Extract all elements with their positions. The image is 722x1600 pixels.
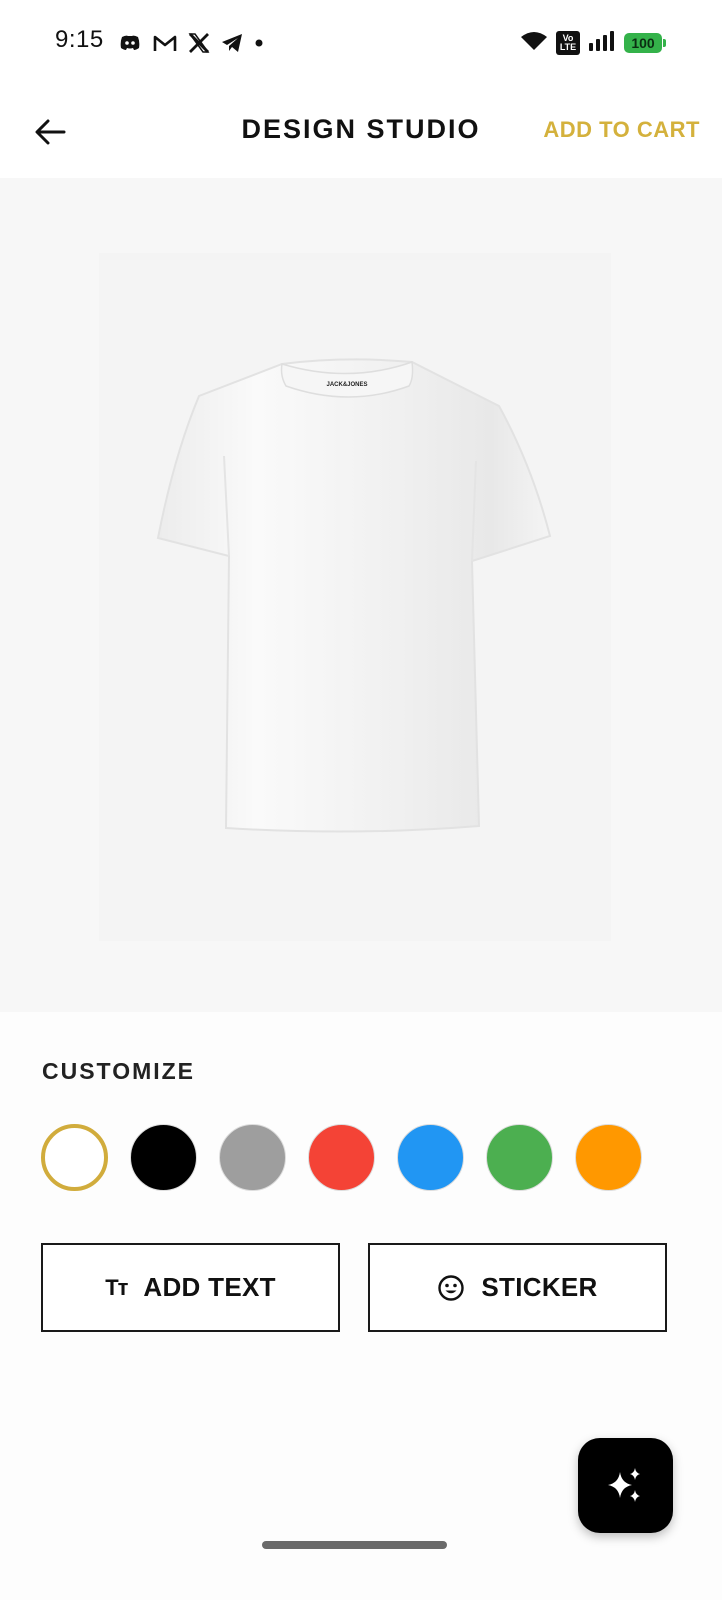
system-icons: Vo LTE 100 <box>520 28 666 58</box>
add-to-cart-button[interactable]: ADD TO CART <box>543 117 700 143</box>
wifi-icon <box>520 30 548 57</box>
text-icon: Tт <box>105 1274 128 1300</box>
ai-sparkle-button[interactable] <box>578 1438 673 1533</box>
color-swatch-green[interactable] <box>486 1124 553 1191</box>
color-swatch-grey[interactable] <box>219 1124 286 1191</box>
product-image-frame: JACK&JONES <box>99 253 611 941</box>
color-swatch-white[interactable] <box>41 1124 108 1191</box>
status-time: 9:15 <box>55 26 104 53</box>
smiley-icon <box>438 1274 465 1301</box>
color-swatches <box>41 1124 642 1191</box>
home-indicator[interactable] <box>262 1541 447 1549</box>
tshirt-image[interactable]: JACK&JONES <box>154 356 554 836</box>
app-header: DESIGN STUDIO ADD TO CART <box>0 86 722 178</box>
dot-icon <box>254 38 264 48</box>
notification-icons <box>118 28 264 58</box>
add-text-label: ADD TEXT <box>143 1272 276 1302</box>
color-swatch-red[interactable] <box>308 1124 375 1191</box>
add-text-button[interactable]: Tт ADD TEXT <box>41 1243 340 1332</box>
color-swatch-orange[interactable] <box>575 1124 642 1191</box>
sticker-button[interactable]: STICKER <box>368 1243 667 1332</box>
sticker-label: STICKER <box>481 1272 598 1302</box>
design-canvas[interactable]: JACK&JONES <box>0 178 722 1012</box>
color-swatch-black[interactable] <box>130 1124 197 1191</box>
volte-icon: Vo LTE <box>556 31 580 55</box>
x-icon <box>188 32 210 54</box>
telegram-icon <box>220 32 244 54</box>
status-bar: 9:15 Vo LTE 100 <box>0 0 722 86</box>
customize-panel: CUSTOMIZE Tт ADD TEXT STICKER <box>0 1012 722 1600</box>
sparkle-icon <box>607 1467 640 1502</box>
brand-label: JACK&JONES <box>326 382 367 388</box>
color-swatch-blue[interactable] <box>397 1124 464 1191</box>
gmail-icon <box>152 33 178 53</box>
customize-heading: CUSTOMIZE <box>42 1058 196 1084</box>
battery-icon: 100 <box>624 33 666 53</box>
discord-icon <box>118 33 142 53</box>
signal-icon <box>588 30 616 57</box>
